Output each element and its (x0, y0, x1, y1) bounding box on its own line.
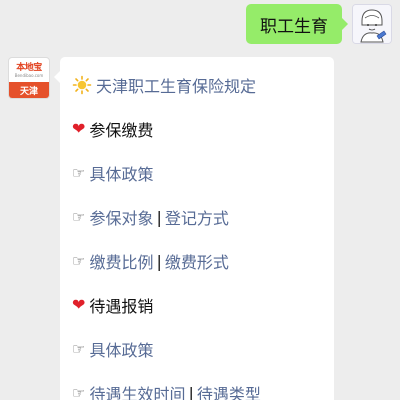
logo-url: Bendibao.com (14, 73, 44, 78)
section1-heading: 参保缴费 (89, 121, 154, 140)
separator: | (156, 207, 162, 227)
bot-message-row: 本地宝 Bendibao.com 天津 天津职工生育保险规定 ❤ 参保缴费 ☞ … (8, 57, 334, 400)
link-registration-method[interactable]: 登记方式 (165, 205, 229, 229)
user-message-text: 职工生育 (260, 16, 328, 37)
section2-heading-line: ❤ 待遇报销 (72, 283, 324, 327)
heart-icon: ❤ (72, 295, 86, 314)
pointing-hand-icon: ☞ (72, 251, 86, 270)
section2-item2: ☞ 待遇生效时间 | 待遇类型 (72, 371, 324, 400)
link-benefit-types[interactable]: 待遇类型 (197, 381, 261, 400)
section1-heading-line: ❤ 参保缴费 (72, 107, 324, 151)
logo-name: 本地宝 (16, 63, 42, 73)
link-contribution-rate[interactable]: 缴费比例 (89, 249, 153, 273)
separator: | (156, 251, 162, 271)
heart-icon: ❤ (72, 119, 86, 138)
chat-screen: 职工生育 本地宝 Bendibao.com 天津 天津职工生育保险规定 ❤ 参保… (0, 0, 400, 400)
bot-avatar[interactable]: 本地宝 Bendibao.com 天津 (8, 57, 50, 99)
bot-message-bubble: 天津职工生育保险规定 ❤ 参保缴费 ☞ 具体政策 ☞ 参保对象 | 登记方式 ☞… (54, 57, 334, 400)
cartoon-avatar-icon (353, 5, 391, 43)
pointing-hand-icon: ☞ (72, 163, 86, 182)
bendibao-logo: 本地宝 Bendibao.com (9, 58, 49, 82)
user-avatar[interactable] (352, 4, 392, 44)
section1-item1: ☞ 具体政策 (72, 151, 324, 195)
link-benefit-effective-time[interactable]: 待遇生效时间 (89, 381, 185, 400)
pointing-hand-icon: ☞ (72, 207, 86, 226)
section2-item1: ☞ 具体政策 (72, 327, 324, 371)
pointing-hand-icon: ☞ (72, 339, 86, 358)
section1-item2: ☞ 参保对象 | 登记方式 (72, 195, 324, 239)
logo-city: 天津 (9, 82, 49, 98)
sun-icon (72, 75, 92, 95)
link-payment-form[interactable]: 缴费形式 (165, 249, 229, 273)
title-link[interactable]: 天津职工生育保险规定 (96, 73, 256, 97)
section1-item3: ☞ 缴费比例 | 缴费形式 (72, 239, 324, 283)
section2-heading: 待遇报销 (89, 297, 154, 316)
user-message-bubble[interactable]: 职工生育 (246, 4, 348, 44)
separator: | (188, 383, 194, 400)
title-line: 天津职工生育保险规定 (72, 63, 324, 107)
link-insured-persons[interactable]: 参保对象 (89, 205, 153, 229)
user-message-row: 职工生育 (246, 4, 392, 44)
link-policy-details[interactable]: 具体政策 (89, 161, 153, 185)
link-benefit-policy[interactable]: 具体政策 (89, 337, 153, 361)
pointing-hand-icon: ☞ (72, 383, 86, 400)
